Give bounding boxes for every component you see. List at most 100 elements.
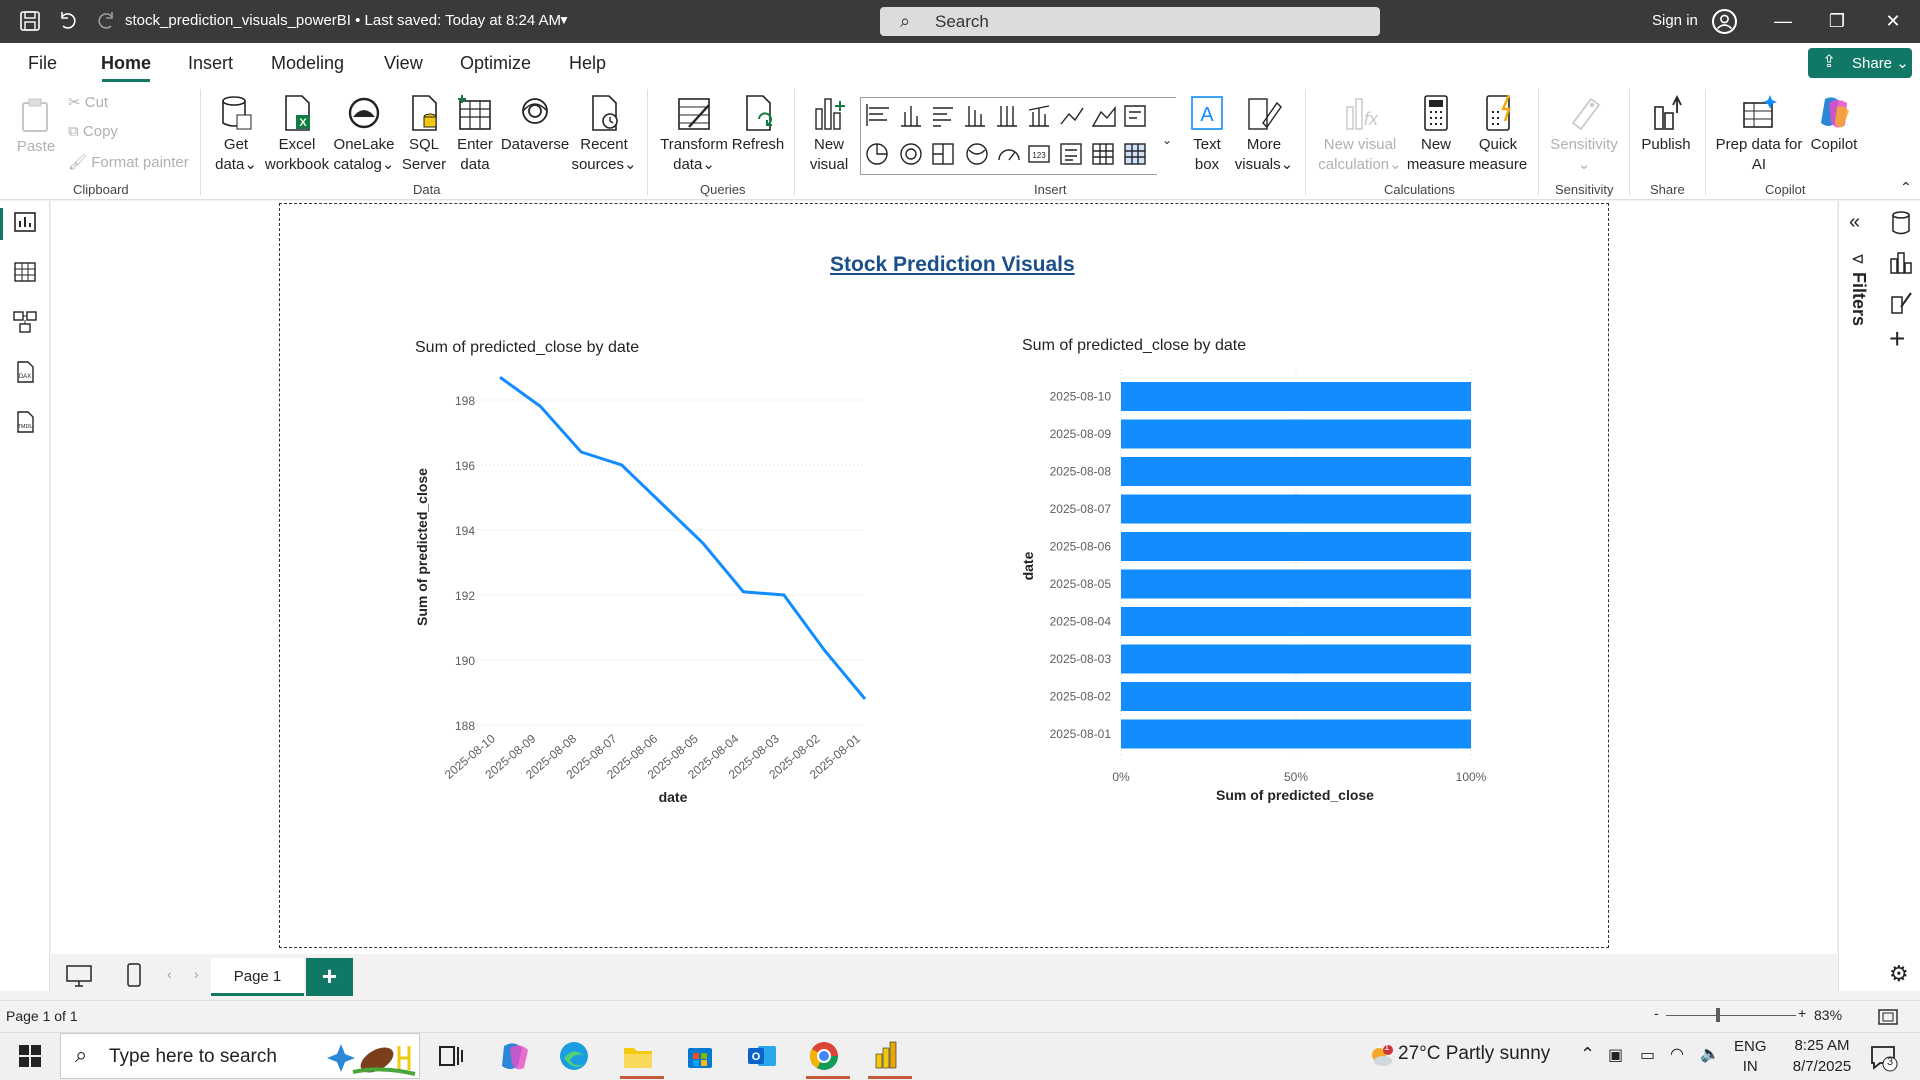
chevron-down-icon[interactable]: ▼ xyxy=(558,13,570,27)
enter-data-button[interactable]: Enter data xyxy=(450,93,500,175)
settings-gear-icon[interactable]: ⚙ xyxy=(1889,961,1909,987)
zoom-out-button[interactable]: - xyxy=(1654,1005,1659,1021)
cut-button[interactable]: ✂ Cut xyxy=(68,93,108,111)
collapse-ribbon-icon[interactable]: ⌃ xyxy=(1900,179,1912,196)
sensitivity-button[interactable]: Sensitivity ⌄ xyxy=(1544,93,1624,175)
new-measure-button[interactable]: New measure xyxy=(1404,93,1468,175)
search-input[interactable]: ⌕ Search xyxy=(880,7,1380,36)
quick-measure-button[interactable]: Quick measure xyxy=(1466,93,1530,175)
table-icon[interactable] xyxy=(1092,143,1114,165)
paste-button[interactable]: Paste xyxy=(12,95,60,157)
restore-icon[interactable]: ❐ xyxy=(1822,8,1852,34)
visualizations-pane-icon[interactable] xyxy=(1889,249,1913,275)
bar-2025-08-10[interactable] xyxy=(1121,382,1471,411)
copilot-taskbar-icon[interactable] xyxy=(496,1038,532,1074)
excel-workbook-button[interactable]: X Excel workbook xyxy=(262,93,332,175)
zoom-slider-thumb[interactable] xyxy=(1716,1008,1720,1022)
prep-data-for-ai-button[interactable]: Prep data for AI xyxy=(1712,93,1806,175)
prev-page-icon[interactable]: ‹ xyxy=(167,966,172,982)
gauge-icon[interactable] xyxy=(998,149,1020,161)
page-tab-page-1[interactable]: Page 1 xyxy=(211,958,304,996)
bar-2025-08-09[interactable] xyxy=(1121,419,1471,449)
weather-text[interactable]: 27°C Partly sunny xyxy=(1398,1043,1550,1065)
multi-row-card-icon[interactable] xyxy=(1060,143,1082,165)
card-icon[interactable]: 123 xyxy=(1028,145,1050,163)
zoom-in-button[interactable]: + xyxy=(1798,1005,1806,1021)
chrome-browser-icon[interactable] xyxy=(806,1038,842,1074)
next-page-icon[interactable]: › xyxy=(194,966,199,982)
speaker-icon[interactable]: 🔈 xyxy=(1700,1044,1720,1064)
stacked-column-icon[interactable] xyxy=(965,106,985,127)
taskbar-clock[interactable]: 8:25 AM 8/7/2025 xyxy=(1780,1035,1864,1077)
redo-icon[interactable] xyxy=(94,10,118,34)
add-page-button[interactable]: + xyxy=(306,958,353,996)
meet-now-icon[interactable]: ▣ xyxy=(1608,1045,1623,1065)
input-language-indicator[interactable]: ENG IN xyxy=(1734,1037,1767,1077)
copy-button[interactable]: ⧉ Copy xyxy=(68,123,118,140)
show-hidden-icons-icon[interactable]: ⌃ xyxy=(1580,1044,1595,1065)
report-view-icon[interactable] xyxy=(12,209,38,235)
line-chart-visual[interactable]: Sum of predicted_close by date 188 190 192… xyxy=(400,330,900,810)
treemap-icon[interactable] xyxy=(932,143,954,165)
line-column-icon[interactable] xyxy=(1028,105,1050,127)
wifi-icon[interactable]: ◠ xyxy=(1670,1044,1684,1064)
outlook-icon[interactable]: O xyxy=(744,1038,780,1074)
tab-file[interactable]: File xyxy=(28,53,57,74)
dax-query-view-icon[interactable]: DAX xyxy=(12,359,38,385)
battery-icon[interactable]: ▭ xyxy=(1640,1045,1655,1065)
sql-server-button[interactable]: SQL Server xyxy=(398,93,450,175)
add-pane-icon[interactable]: + xyxy=(1889,325,1905,353)
power-bi-icon[interactable] xyxy=(868,1038,904,1074)
map-icon[interactable] xyxy=(966,143,988,165)
save-icon[interactable] xyxy=(18,10,42,34)
edge-browser-icon[interactable] xyxy=(556,1038,592,1074)
100-column-icon[interactable] xyxy=(997,106,1017,127)
fit-to-page-icon[interactable] xyxy=(1878,1009,1898,1025)
pie-chart-icon[interactable] xyxy=(866,143,888,165)
new-visual-calculation-button[interactable]: fx New visual calculation⌄ xyxy=(1318,93,1402,175)
desktop-layout-icon[interactable] xyxy=(65,964,93,988)
bar-2025-08-06[interactable] xyxy=(1121,532,1471,561)
tab-help[interactable]: Help xyxy=(569,53,606,74)
zoom-slider-track[interactable] xyxy=(1666,1015,1796,1016)
stacked-bar-chart-icon[interactable] xyxy=(866,104,889,126)
bar-2025-08-08[interactable] xyxy=(1121,457,1471,486)
close-icon[interactable]: ✕ xyxy=(1878,8,1908,34)
filters-pane-label[interactable]: Filters xyxy=(1848,272,1869,326)
data-pane-icon[interactable] xyxy=(1889,209,1913,237)
bar-chart-visual[interactable]: Sum of predicted_close by date 2025-08-1… xyxy=(1010,330,1510,810)
text-box-button[interactable]: A Text box xyxy=(1180,93,1234,175)
copilot-button[interactable]: Copilot xyxy=(1802,93,1866,155)
bar-2025-08-03[interactable] xyxy=(1121,644,1471,674)
recent-sources-button[interactable]: Recent sources⌄ xyxy=(570,93,638,175)
matrix-icon[interactable] xyxy=(1124,143,1146,165)
mobile-layout-icon[interactable] xyxy=(125,962,143,990)
line-chart-icon[interactable] xyxy=(1060,107,1084,125)
format-painter-button[interactable]: 🖌 Format painter xyxy=(68,153,189,171)
transform-data-button[interactable]: Transform data⌄ xyxy=(658,93,730,175)
bar-2025-08-07[interactable] xyxy=(1121,494,1471,524)
publish-button[interactable]: Publish xyxy=(1636,93,1696,155)
area-chart-icon[interactable] xyxy=(1091,106,1116,127)
donut-chart-icon[interactable] xyxy=(900,143,922,165)
line-series-predicted-close[interactable] xyxy=(499,376,867,700)
account-avatar-icon[interactable] xyxy=(1712,9,1737,34)
model-view-icon[interactable] xyxy=(12,309,38,335)
minimize-icon[interactable]: — xyxy=(1768,8,1798,34)
tab-insert[interactable]: Insert xyxy=(188,53,233,74)
table-view-icon[interactable] xyxy=(12,259,38,285)
format-pane-icon[interactable] xyxy=(1889,289,1913,315)
tab-view[interactable]: View xyxy=(384,53,423,74)
more-visuals-button[interactable]: More visuals⌄ xyxy=(1234,93,1294,175)
onelake-catalog-button[interactable]: OneLake catalog⌄ xyxy=(332,93,396,175)
clustered-column-icon[interactable] xyxy=(901,106,921,127)
filter-icon[interactable]: ⊲ xyxy=(1851,249,1864,269)
bar-2025-08-01[interactable] xyxy=(1121,719,1471,749)
tmdl-view-icon[interactable]: TMDL xyxy=(12,409,38,435)
document-title[interactable]: stock_prediction_visuals_powerBI • Last … xyxy=(125,12,561,29)
tab-optimize[interactable]: Optimize xyxy=(460,53,531,74)
undo-icon[interactable] xyxy=(56,10,80,34)
task-view-icon[interactable] xyxy=(432,1038,468,1074)
clustered-bar-icon[interactable] xyxy=(933,107,953,127)
collapse-pane-icon[interactable]: « xyxy=(1849,211,1860,234)
